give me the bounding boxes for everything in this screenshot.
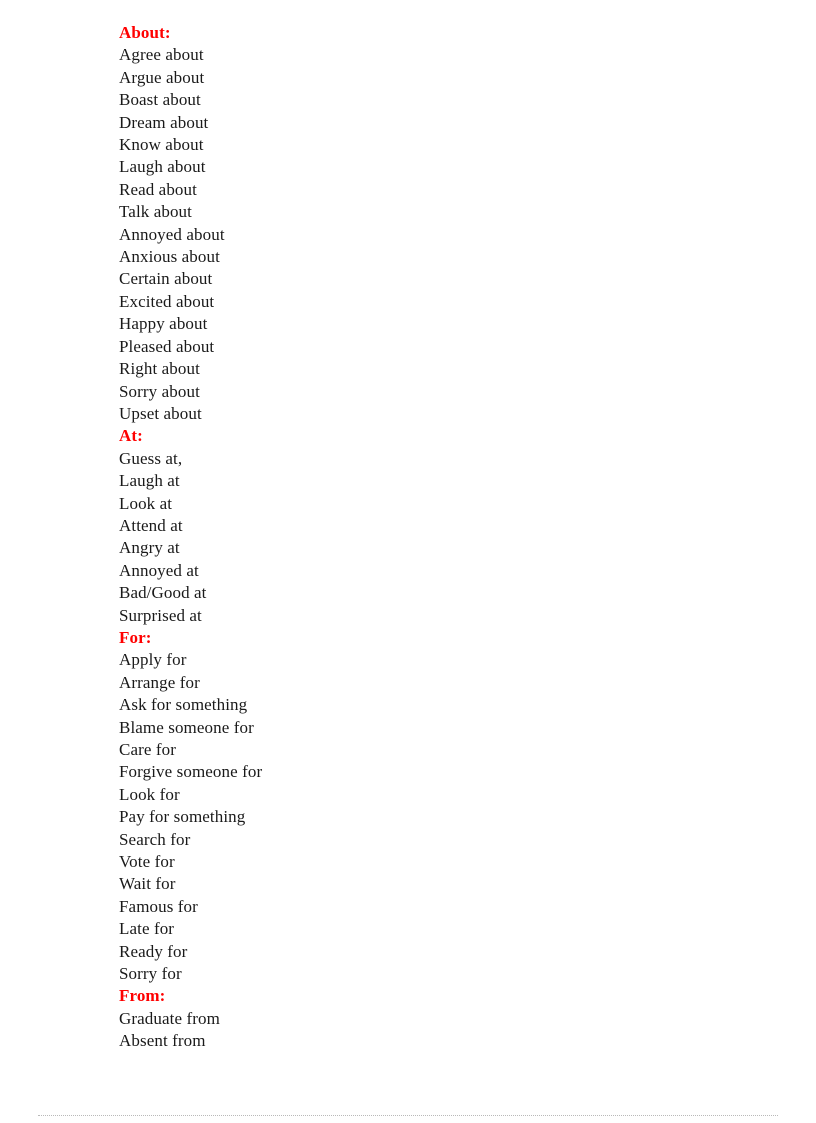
- list-item: Pleased about: [119, 336, 215, 356]
- list-item: Vote for: [119, 852, 175, 872]
- section-heading-from: From:: [119, 986, 166, 1006]
- list-item: Boast about: [119, 90, 201, 110]
- document-page: About: Agree about Argue about Boast abo…: [0, 0, 816, 1123]
- list-item: Sorry for: [119, 964, 182, 984]
- list-item: Blame someone for: [119, 717, 254, 737]
- list-item: Happy about: [119, 314, 208, 334]
- list-item: Forgive someone for: [119, 762, 263, 782]
- list-item: Laugh about: [119, 157, 206, 177]
- section-about: About: Agree about Argue about Boast abo…: [119, 22, 759, 425]
- list-item: Talk about: [119, 202, 192, 222]
- footer-divider: [38, 1115, 778, 1116]
- list-item: Wait for: [119, 874, 176, 894]
- section-at: At: Guess at, Laugh at Look at Attend at…: [119, 425, 759, 627]
- list-item: Care for: [119, 740, 176, 759]
- list-item: Sorry about: [119, 381, 200, 401]
- list-item: Dream about: [119, 112, 209, 132]
- list-item: Laugh at: [119, 471, 180, 491]
- section-from: From: Graduate from Absent from: [119, 985, 759, 1052]
- list-item: Excited about: [119, 291, 215, 311]
- list-item: Read about: [119, 179, 197, 199]
- section-heading-for: For:: [119, 627, 152, 647]
- section-heading-about: About:: [119, 23, 171, 42]
- list-item: Guess at,: [119, 448, 183, 468]
- list-item: Annoyed at: [119, 560, 199, 580]
- list-item: Attend at: [119, 515, 183, 535]
- list-item: Famous for: [119, 896, 198, 916]
- list-item: Absent from: [119, 1031, 206, 1051]
- list-item: Surprised at: [119, 605, 202, 625]
- list-item: Graduate from: [119, 1008, 220, 1028]
- list-item: Bad/Good at: [119, 583, 207, 603]
- list-item: Right about: [119, 359, 200, 379]
- list-item: Search for: [119, 829, 191, 849]
- list-item: Ready for: [119, 941, 188, 961]
- list-item: Angry at: [119, 538, 180, 558]
- list-item: Ask for something: [119, 695, 248, 715]
- list-item: Agree about: [119, 45, 204, 65]
- list-item: Look for: [119, 784, 180, 804]
- list-item: Look at: [119, 493, 173, 513]
- list-item: Upset about: [119, 403, 202, 423]
- list-item: Apply for: [119, 650, 187, 670]
- list-item: Annoyed about: [119, 224, 225, 244]
- list-item: Know about: [119, 135, 204, 155]
- list-item: Pay for something: [119, 807, 246, 827]
- preposition-list: About: Agree about Argue about Boast abo…: [119, 22, 759, 1053]
- list-item: Late for: [119, 919, 175, 939]
- list-item: Certain about: [119, 269, 213, 289]
- section-heading-at: At:: [119, 426, 143, 446]
- list-item: Anxious about: [119, 247, 220, 267]
- list-item: Arrange for: [119, 672, 200, 692]
- section-for: For: Apply for Arrange for Ask for somet…: [119, 627, 759, 986]
- list-item: Argue about: [119, 67, 205, 87]
